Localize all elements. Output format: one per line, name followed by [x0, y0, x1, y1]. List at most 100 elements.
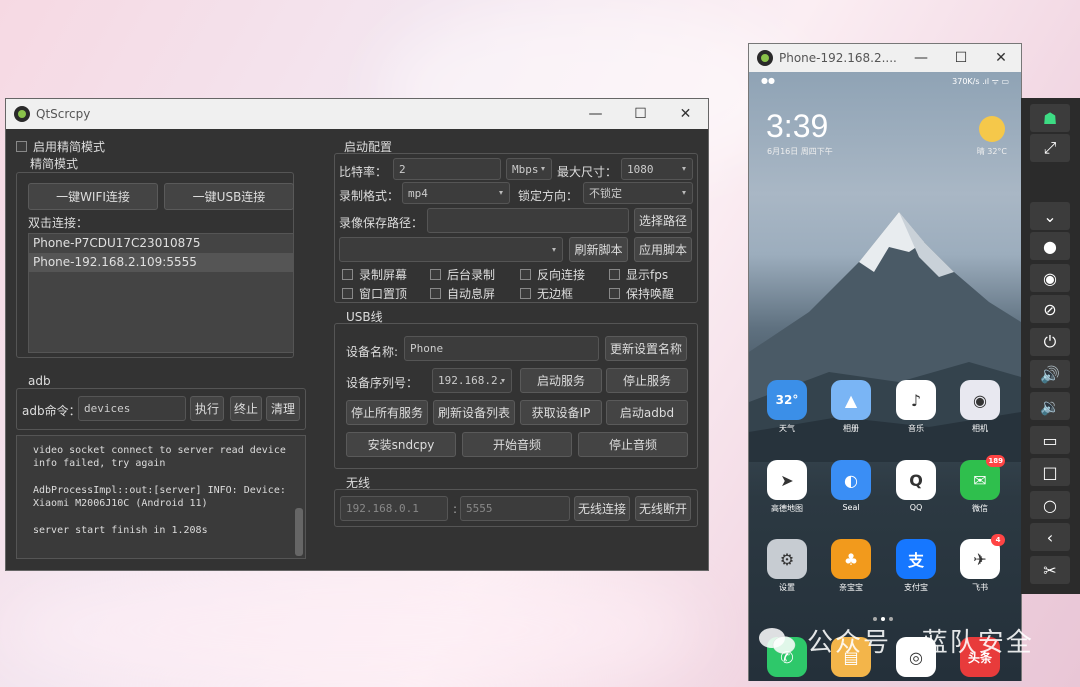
qtscrcpy-window: QtScrcpy — ☐ ✕ 启用精简模式 精简模式 一键WIFI连接 一键US… — [5, 98, 709, 571]
checkbox-box[interactable] — [16, 141, 27, 152]
power-icon[interactable]: ⏻ — [1030, 328, 1070, 356]
option-record-screen[interactable]: 录制屏幕 — [342, 266, 407, 283]
expand-notification-icon[interactable]: ⌄ — [1030, 202, 1070, 230]
option-window-top[interactable]: 窗口置顶 — [342, 285, 407, 302]
script-select[interactable] — [339, 237, 563, 262]
checkbox-box[interactable] — [609, 269, 620, 280]
qt-titlebar[interactable]: QtScrcpy — ☐ ✕ — [6, 99, 708, 129]
wireless-disconnect-button[interactable]: 无线断开 — [635, 496, 691, 521]
stop-audio-button[interactable]: 停止音频 — [578, 432, 688, 457]
start-service-button[interactable]: 启动服务 — [520, 368, 602, 393]
option-show-fps[interactable]: 显示fps — [609, 266, 668, 283]
app-icon-10[interactable]: 支支付宝 — [896, 539, 936, 593]
get-device-ip-button[interactable]: 获取设备IP — [520, 400, 602, 425]
wireless-port-input[interactable]: 5555 — [460, 496, 570, 521]
close-icon[interactable]: ✕ — [663, 106, 708, 122]
option-frameless[interactable]: 无边框 — [520, 285, 573, 302]
stop-service-button[interactable]: 停止服务 — [606, 368, 688, 393]
app-icon-5[interactable]: ◐ Seal — [831, 460, 871, 512]
start-adbd-button[interactable]: 启动adbd — [606, 400, 688, 425]
app-icon-1[interactable]: ▲ 相册 — [831, 380, 871, 434]
menu-icon[interactable]: □ — [1030, 458, 1070, 486]
wireless-connect-button[interactable]: 无线连接 — [574, 496, 630, 521]
adb-clear-button[interactable]: 清理 — [266, 396, 300, 421]
option-stay-awake[interactable]: 保持唤醒 — [609, 285, 674, 302]
app-icon-0[interactable]: 32° 天气 — [767, 380, 807, 434]
app-icon-3[interactable]: ◉ 相机 — [960, 380, 1000, 434]
refresh-script-button[interactable]: 刷新脚本 — [569, 237, 628, 262]
home-icon[interactable]: ○ — [1030, 491, 1070, 519]
fullscreen-icon[interactable]: ⤢ — [1030, 134, 1070, 162]
device-name-input[interactable]: Phone — [404, 336, 599, 361]
lock-direction-select[interactable]: 不锁定 — [583, 182, 693, 204]
refresh-devices-button[interactable]: 刷新设备列表 — [433, 400, 515, 425]
checkbox-box[interactable] — [430, 269, 441, 280]
app-icon-11[interactable]: ✈ 4 飞书 — [960, 534, 1005, 593]
adb-stop-button[interactable]: 终止 — [230, 396, 262, 421]
stop-all-services-button[interactable]: 停止所有服务 — [346, 400, 428, 425]
screen-on-icon[interactable]: ◉ — [1030, 264, 1070, 292]
app-icon-8[interactable]: ⚙ 设置 — [767, 539, 807, 593]
app-icon-2[interactable]: ♪ 音乐 — [896, 380, 936, 434]
start-audio-button[interactable]: 开始音频 — [462, 432, 572, 457]
update-device-name-button[interactable]: 更新设置名称 — [605, 336, 687, 361]
checkbox-box[interactable] — [342, 269, 353, 280]
adb-cmd-input[interactable]: devices — [78, 396, 186, 421]
volume-up-icon[interactable]: 🔊 — [1030, 360, 1070, 388]
ip-port-separator: : — [453, 502, 458, 516]
usb-connect-button[interactable]: 一键USB连接 — [164, 183, 294, 210]
checkbox-box[interactable] — [520, 288, 531, 299]
volume-down-icon[interactable]: 🔉 — [1030, 392, 1070, 420]
checkbox-box[interactable] — [609, 288, 620, 299]
app-name: 微信 — [972, 504, 988, 513]
log-line: server start finish in 1.208s — [33, 525, 208, 536]
phone-screen[interactable]: ●● 370K/s .ıl ᯤ ▭ 3:39 6月16日 周四下午 晴 32°C… — [749, 72, 1021, 681]
record-format-select[interactable]: mp4 — [402, 182, 510, 204]
phone-titlebar[interactable]: Phone-192.168.2.... — ☐ ✕ — [749, 44, 1021, 72]
bitrate-input[interactable]: 2 — [393, 158, 501, 180]
app-icon-7[interactable]: ✉ 189 微信 — [960, 455, 1005, 514]
option-reverse-connect[interactable]: 反向连接 — [520, 266, 585, 283]
simple-mode-checkbox[interactable]: 启用精简模式 — [16, 138, 105, 155]
app-name: Seal — [842, 503, 860, 512]
device-list-item[interactable]: Phone-192.168.2.109:5555 — [29, 253, 293, 272]
maximize-icon[interactable]: ☐ — [618, 106, 663, 122]
choose-path-button[interactable]: 选择路径 — [634, 208, 692, 233]
checkbox-box[interactable] — [342, 288, 353, 299]
serial-select[interactable]: 192.168.2. — [432, 368, 512, 393]
app-icon-9[interactable]: ♣ 亲宝宝 — [831, 539, 871, 593]
option-auto-screen-off[interactable]: 自动息屏 — [430, 285, 495, 302]
wireless-ip-input[interactable]: 192.168.0.1 — [340, 496, 448, 521]
log-output[interactable]: video socket connect to server read devi… — [16, 435, 306, 559]
screenshot-icon[interactable]: ✂ — [1030, 556, 1070, 584]
watermark-text: 公众号 · 蓝队安全 — [807, 628, 1034, 658]
checkbox-box[interactable] — [520, 269, 531, 280]
max-size-select[interactable]: 1080 — [621, 158, 693, 180]
app-icon-4[interactable]: ➤ 高德地图 — [767, 460, 807, 514]
record-path-input[interactable] — [427, 208, 629, 233]
bitrate-unit-select[interactable]: Mbps — [506, 158, 552, 180]
minimize-icon[interactable]: — — [901, 50, 941, 66]
option-background-record[interactable]: 后台录制 — [430, 266, 495, 283]
touch-show-icon[interactable]: ● — [1030, 232, 1070, 260]
app-icon-6[interactable]: Q QQ — [896, 460, 936, 512]
back-icon[interactable]: ‹ — [1030, 523, 1070, 551]
log-scrollbar[interactable] — [295, 508, 303, 556]
android-icon[interactable]: ☗ — [1030, 104, 1070, 132]
phone-status-bar: ●● 370K/s .ıl ᯤ ▭ — [761, 76, 1009, 87]
phone-mirror-window: Phone-192.168.2.... — ☐ ✕ ●● 370K/s .ıl … — [748, 43, 1022, 681]
screen-off-icon[interactable]: ⊘ — [1030, 295, 1070, 323]
max-size-label: 最大尺寸： — [557, 165, 618, 179]
record-format-label: 录制格式： — [339, 189, 400, 203]
close-icon[interactable]: ✕ — [981, 50, 1021, 66]
device-list[interactable]: Phone-P7CDU17C23010875 Phone-192.168.2.1… — [28, 233, 294, 353]
maximize-icon[interactable]: ☐ — [941, 50, 981, 66]
device-list-item[interactable]: Phone-P7CDU17C23010875 — [29, 234, 293, 253]
minimize-icon[interactable]: — — [573, 106, 618, 122]
apply-script-button[interactable]: 应用脚本 — [634, 237, 692, 262]
wifi-connect-button[interactable]: 一键WIFI连接 — [28, 183, 158, 210]
adb-execute-button[interactable]: 执行 — [190, 396, 224, 421]
checkbox-box[interactable] — [430, 288, 441, 299]
app-switch-icon[interactable]: ▭ — [1030, 426, 1070, 454]
install-sndcpy-button[interactable]: 安装sndcpy — [346, 432, 456, 457]
